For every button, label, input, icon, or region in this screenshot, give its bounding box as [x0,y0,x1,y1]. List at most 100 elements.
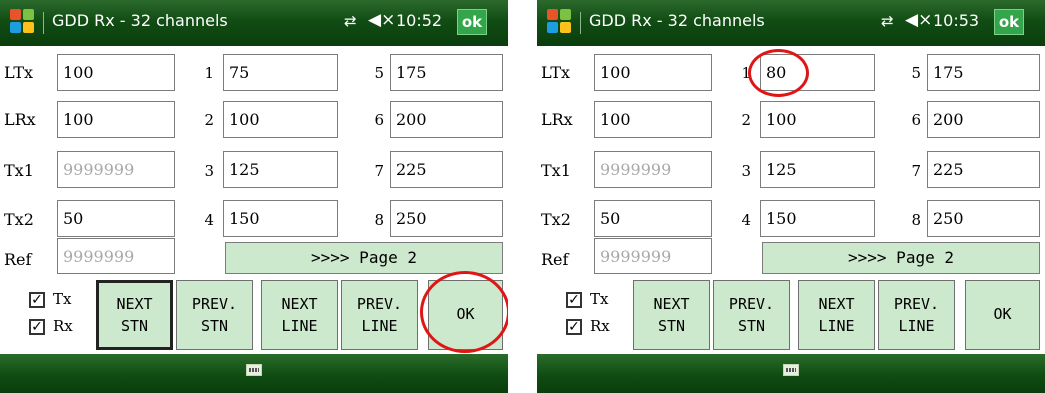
channel-3-field[interactable]: 125 [223,151,338,188]
channel-6-label: 6 [374,111,384,129]
channel-3-label: 3 [741,162,751,180]
next-stn-button[interactable]: NEXT STN [96,280,173,350]
rx-checkbox[interactable]: ✓ [566,319,582,335]
title-separator [580,12,581,34]
next-line-line2: LINE [281,317,318,335]
page-2-button[interactable]: >>>> Page 2 [225,242,503,274]
bottom-bar [537,354,1045,393]
app-title: GDD Rx - 32 channels [589,11,765,30]
channel-3-field[interactable]: 125 [760,151,875,188]
tx2-label: Tx2 [4,210,34,229]
channel-4-field[interactable]: 150 [760,200,875,237]
channel-5-field[interactable]: 175 [927,54,1040,91]
channel-6-field[interactable]: 200 [390,101,503,138]
windows-logo-icon[interactable] [547,9,573,35]
tx2-field[interactable]: 50 [594,200,712,237]
prev-line-line2: LINE [898,317,935,335]
windows-logo-icon[interactable] [10,9,36,35]
channel-4-label: 4 [741,211,751,229]
tx2-field[interactable]: 50 [57,200,175,237]
channel-7-label: 7 [911,162,921,180]
prev-line-button[interactable]: PREV. LINE [878,280,955,350]
page-2-button[interactable]: >>>> Page 2 [762,242,1040,274]
prev-line-line1: PREV. [893,295,940,313]
channel-2-label: 2 [204,111,214,129]
title-separator [43,12,44,34]
prev-stn-button[interactable]: PREV. STN [713,280,790,350]
channel-8-field[interactable]: 250 [927,200,1040,237]
channel-2-field[interactable]: 100 [223,101,338,138]
prev-stn-line1: PREV. [728,295,775,313]
channel-7-label: 7 [374,162,384,180]
clock: 10:52 [396,11,443,30]
ok-button[interactable]: OK [965,280,1040,350]
ok-button-label: OK [456,305,475,323]
rx-checkbox-label: Rx [53,317,73,335]
channel-2-label: 2 [741,111,751,129]
tx1-field[interactable]: 9999999 [594,151,712,188]
channel-2-field[interactable]: 100 [760,101,875,138]
ref-field[interactable]: 9999999 [594,238,712,274]
keyboard-icon[interactable] [783,364,799,376]
sync-arrows-icon[interactable]: ⇄ [881,12,894,30]
prev-line-button[interactable]: PREV. LINE [341,280,418,350]
channel-8-label: 8 [911,211,921,229]
lrx-field[interactable]: 100 [594,101,712,138]
ok-button-label: OK [993,305,1012,323]
channel-1-field[interactable]: 80 [760,54,875,91]
rx-checkbox[interactable]: ✓ [29,319,45,335]
ltx-field[interactable]: 100 [57,54,175,91]
next-line-line1: NEXT [281,295,318,313]
screen-left: GDD Rx - 32 channels ⇄ ◀× 10:52 ok LTx 1… [0,0,508,393]
prev-stn-line2: STN [200,317,229,335]
prev-line-line1: PREV. [356,295,403,313]
channel-5-field[interactable]: 175 [390,54,503,91]
tx2-label: Tx2 [541,210,571,229]
clock: 10:53 [933,11,980,30]
channel-5-label: 5 [911,64,921,82]
rx-checkbox-label: Rx [590,317,610,335]
channel-7-field[interactable]: 225 [390,151,503,188]
lrx-field[interactable]: 100 [57,101,175,138]
ref-field[interactable]: 9999999 [57,238,175,274]
next-line-line2: LINE [818,317,855,335]
app-title: GDD Rx - 32 channels [52,11,228,30]
ref-label: Ref [541,250,569,269]
channel-7-field[interactable]: 225 [927,151,1040,188]
screen-right: GDD Rx - 32 channels ⇄ ◀× 10:53 ok LTx 1… [537,0,1045,393]
channel-8-field[interactable]: 250 [390,200,503,237]
lrx-label: LRx [4,110,36,129]
next-stn-line2: STN [120,317,149,335]
speaker-mute-icon[interactable]: ◀× [368,10,395,30]
tx1-label: Tx1 [4,161,34,180]
channel-1-field[interactable]: 75 [223,54,338,91]
title-ok-button[interactable]: ok [994,9,1024,35]
bottom-bar [0,354,508,393]
next-line-button[interactable]: NEXT LINE [261,280,338,350]
ltx-label: LTx [541,63,571,82]
next-stn-line1: NEXT [116,295,153,313]
tx-checkbox-label: Tx [53,290,72,308]
prev-stn-line2: STN [737,317,766,335]
tx1-field[interactable]: 9999999 [57,151,175,188]
next-line-button[interactable]: NEXT LINE [798,280,875,350]
ltx-field[interactable]: 100 [594,54,712,91]
tx-checkbox[interactable]: ✓ [29,292,45,308]
channel-6-field[interactable]: 200 [927,101,1040,138]
prev-stn-line1: PREV. [191,295,238,313]
prev-stn-button[interactable]: PREV. STN [176,280,253,350]
speaker-mute-icon[interactable]: ◀× [905,10,932,30]
tx1-label: Tx1 [541,161,571,180]
ltx-label: LTx [4,63,34,82]
title-bar: GDD Rx - 32 channels ⇄ ◀× 10:52 ok [0,0,508,46]
next-stn-button[interactable]: NEXT STN [633,280,710,350]
channel-8-label: 8 [374,211,384,229]
sync-arrows-icon[interactable]: ⇄ [344,12,357,30]
next-line-line1: NEXT [818,295,855,313]
channel-3-label: 3 [204,162,214,180]
ok-button[interactable]: OK [428,280,503,350]
title-ok-button[interactable]: ok [457,9,487,35]
tx-checkbox[interactable]: ✓ [566,292,582,308]
channel-4-field[interactable]: 150 [223,200,338,237]
keyboard-icon[interactable] [246,364,262,376]
